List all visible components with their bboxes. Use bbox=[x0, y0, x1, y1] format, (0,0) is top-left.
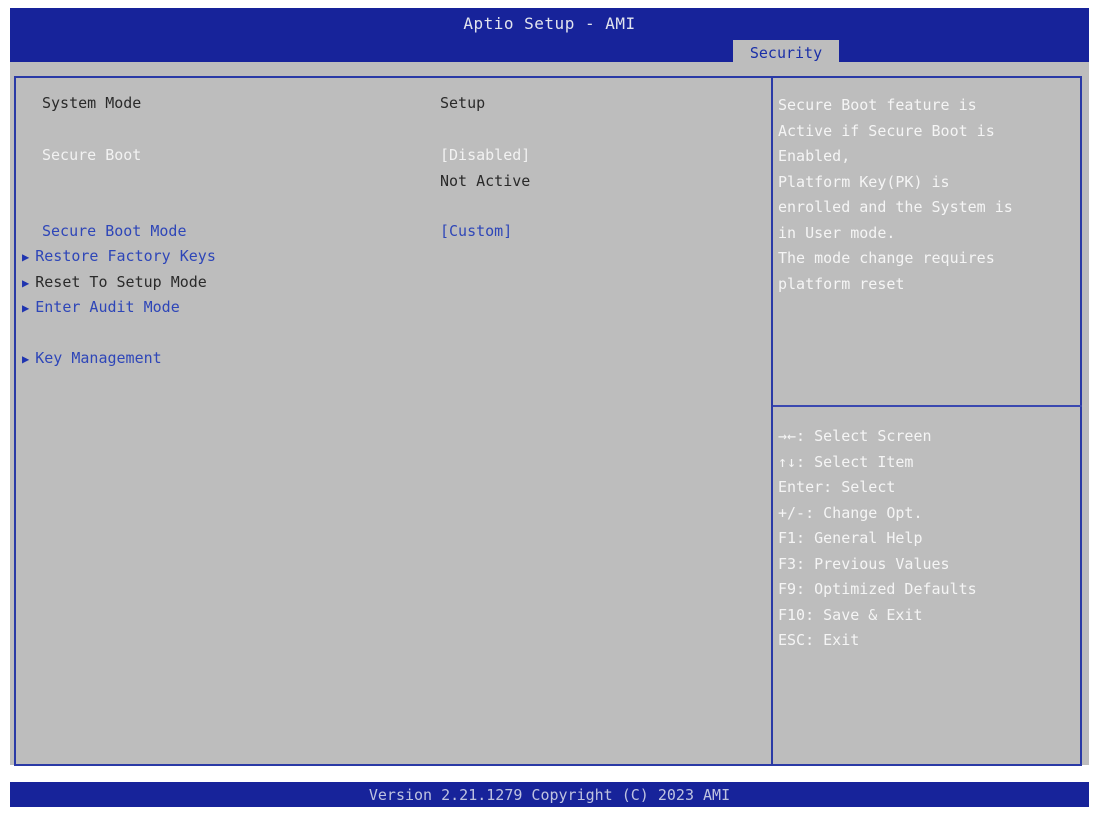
submenu-label: Key Management bbox=[35, 349, 162, 367]
help-text: Secure Boot feature is Active if Secure … bbox=[778, 93, 1078, 297]
key-legend-item: ↑↓: Select Item bbox=[778, 452, 914, 471]
key-legend-item: F9: Optimized Defaults bbox=[778, 580, 977, 598]
help-line: Secure Boot feature is bbox=[778, 96, 977, 114]
submenu-arrow-icon: ▶ bbox=[22, 301, 30, 315]
system-mode-value: Setup bbox=[440, 94, 486, 112]
header-bar: Aptio Setup - AMI Security bbox=[10, 8, 1089, 66]
key-legend-item: F1: General Help bbox=[778, 529, 923, 547]
footer-version: Version 2.21.1279 Copyright (C) 2023 AMI bbox=[10, 782, 1089, 807]
help-line: Platform Key(PK) is bbox=[778, 172, 950, 191]
help-divider bbox=[773, 405, 1082, 407]
help-line: The mode change requires bbox=[778, 249, 995, 267]
submenu-label: Enter Audit Mode bbox=[35, 298, 180, 316]
main-panel: System Mode Setup Secure Boot [Disabled]… bbox=[10, 62, 1089, 766]
secure-boot-mode-value[interactable]: [Custom] bbox=[440, 222, 512, 240]
help-line: in User mode. bbox=[778, 223, 896, 242]
key-legend-item: F3: Previous Values bbox=[778, 554, 950, 573]
help-line: Active if Secure Boot is bbox=[778, 121, 995, 140]
window-title: Aptio Setup - AMI bbox=[463, 14, 636, 33]
system-mode-label: System Mode bbox=[42, 94, 142, 112]
submenu-key-management[interactable]: ▶ Key Management bbox=[22, 349, 162, 367]
key-legend-item: →←: Select Screen bbox=[778, 427, 932, 445]
key-legend-item: ESC: Exit bbox=[778, 631, 860, 649]
submenu-label: Restore Factory Keys bbox=[35, 247, 216, 265]
submenu-enter-audit-mode[interactable]: ▶ Enter Audit Mode bbox=[22, 298, 180, 316]
vertical-divider bbox=[771, 76, 773, 766]
key-legend-item: Enter: Select bbox=[778, 478, 896, 496]
key-legend-item: +/-: Change Opt. bbox=[778, 503, 923, 522]
submenu-arrow-icon: ▶ bbox=[22, 250, 30, 264]
key-legend: →←: Select Screen ↑↓: Select Item Enter:… bbox=[778, 424, 1078, 654]
key-legend-item: F10: Save & Exit bbox=[778, 605, 923, 624]
submenu-arrow-icon: ▶ bbox=[22, 352, 30, 366]
help-line: Enabled, bbox=[778, 147, 851, 165]
secure-boot-label[interactable]: Secure Boot bbox=[42, 146, 141, 164]
secure-boot-value[interactable]: [Disabled] bbox=[440, 146, 530, 164]
bios-screen: Aptio Setup - AMI Security System Mode S… bbox=[0, 0, 1095, 815]
help-line: enrolled and the System is bbox=[778, 198, 1013, 216]
secure-boot-mode-label[interactable]: Secure Boot Mode bbox=[42, 222, 187, 240]
submenu-arrow-icon: ▶ bbox=[22, 276, 30, 290]
help-line: platform reset bbox=[778, 274, 905, 293]
submenu-label: Reset To Setup Mode bbox=[35, 273, 207, 291]
secure-boot-status: Not Active bbox=[440, 172, 531, 190]
submenu-restore-factory-keys[interactable]: ▶ Restore Factory Keys bbox=[22, 247, 216, 265]
submenu-reset-to-setup-mode[interactable]: ▶ Reset To Setup Mode bbox=[22, 273, 207, 291]
